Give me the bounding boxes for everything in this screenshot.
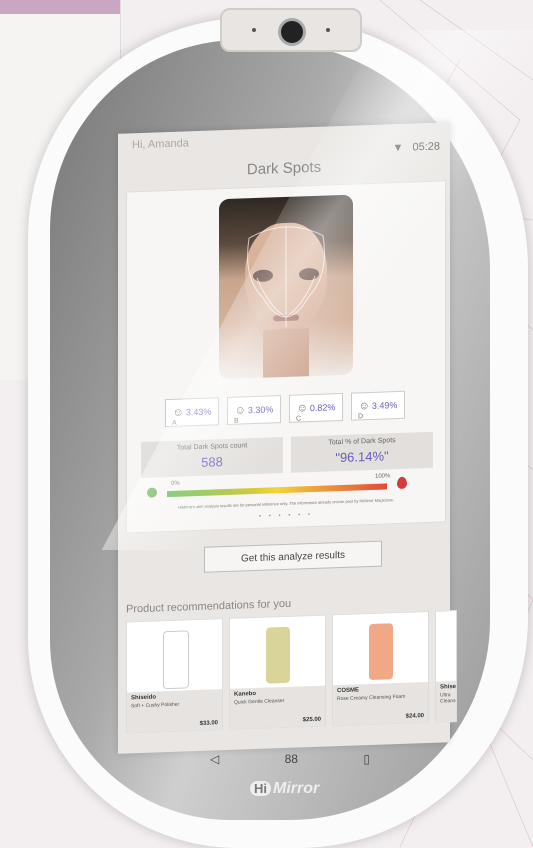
product-card[interactable]: Shise Ultra Cleans (435, 609, 457, 723)
system-nav-bar: ◁ 88 ▯ (210, 752, 370, 766)
severity-drop-icon (397, 476, 407, 490)
healthy-apple-icon (147, 487, 157, 498)
zone-letter: C (296, 415, 302, 423)
zone-value: 3.43% (185, 406, 212, 418)
analysis-panel: ☺ 3.43% A ☺ 3.30% B ☺ 0.82% C ☺ 3.49% D (126, 180, 446, 534)
product-price: $24.00 (405, 713, 424, 720)
product-tube-image (163, 630, 189, 690)
scale-min-label: 0% (171, 480, 180, 487)
product-name: Quick Gentle Cleanser (234, 697, 285, 706)
face-scan-image (219, 194, 353, 380)
product-price: $33.00 (199, 720, 218, 727)
zone-chip-b[interactable]: ☺ 3.30% B (227, 395, 281, 425)
face-zone-icon: ☺ (172, 406, 184, 419)
camera-lens-icon (278, 18, 306, 46)
user-greeting: Hi, Amanda (132, 137, 189, 152)
status-bar: ▼ 05:28 (393, 141, 440, 155)
background-card-header (0, 0, 120, 14)
product-card[interactable]: Kanebo Quick Gentle Cleanser $25.00 (229, 614, 326, 730)
zone-letter: D (358, 413, 364, 421)
zone-chip-a[interactable]: ☺ 3.43% A (165, 397, 219, 428)
stat-value: 588 (201, 454, 223, 470)
face-zone-overlay (247, 226, 325, 327)
zone-letter: A (172, 419, 177, 427)
face-zone-icon: ☺ (358, 400, 370, 413)
back-icon[interactable]: ◁ (210, 752, 219, 766)
camera-module (220, 8, 362, 52)
product-price: $25.00 (302, 716, 321, 724)
zone-chip-d[interactable]: ☺ 3.49% D (351, 390, 405, 421)
severity-scale-bar (167, 483, 387, 498)
zone-chip-c[interactable]: ☺ 0.82% C (289, 392, 343, 423)
camera-sensor-dot (252, 28, 256, 32)
product-card[interactable]: COSME Rose Creamy Cleansing Foam $24.00 (332, 610, 429, 727)
product-info: Shise Ultra Cleans (436, 680, 457, 722)
face-zone-icon: ☺ (296, 402, 308, 415)
logo-badge: Hi (250, 781, 271, 796)
zone-letter: B (234, 417, 239, 425)
zone-value: 3.49% (371, 400, 398, 411)
scale-max-label: 100% (375, 473, 391, 480)
dark-spots-count-card: Total Dark Spots count 588 (141, 437, 283, 478)
summary-stats: Total Dark Spots count 588 Total % of Da… (141, 431, 433, 478)
product-name: Rose Creamy Cleansing Foam (337, 693, 406, 703)
clock-time: 05:28 (412, 140, 440, 154)
mirror-screen: Hi, Amanda ▼ 05:28 Dark Spots ☺ 3.43% A (118, 122, 457, 754)
get-analyze-results-button[interactable]: Get this analyze results (204, 540, 382, 573)
product-info: COSME Rose Creamy Cleansing Foam $24.00 (333, 681, 428, 726)
recommendations-title: Product recommendations for you (126, 597, 292, 616)
logo-text: Mirror (273, 780, 320, 797)
product-info: Shiseido Soft + Cushy Polisher $33.00 (127, 689, 222, 733)
dark-spots-percent-card: Total % of Dark Spots "96.14%" (291, 431, 433, 473)
wifi-icon: ▼ (392, 141, 404, 155)
zone-value: 0.82% (309, 402, 336, 414)
product-card[interactable]: Shiseido Soft + Cushy Polisher $33.00 (126, 618, 223, 734)
product-info: Kanebo Quick Gentle Cleanser $25.00 (230, 685, 325, 729)
himirror-logo: Hi Mirror (250, 780, 319, 798)
page-title: Dark Spots (246, 158, 322, 179)
product-name: Ultra Cleans (440, 692, 456, 705)
camera-sensor-dot (326, 28, 330, 32)
stat-label: Total Dark Spots count (176, 442, 248, 452)
product-tube-image (266, 626, 290, 684)
zone-results: ☺ 3.43% A ☺ 3.30% B ☺ 0.82% C ☺ 3.49% D (165, 390, 405, 428)
product-brand: Shise (440, 683, 457, 691)
stat-label: Total % of Dark Spots (328, 437, 396, 447)
stat-value: "96.14%" (335, 448, 389, 466)
product-name: Soft + Cushy Polisher (131, 701, 180, 710)
home-icon[interactable]: 88 (285, 752, 298, 766)
face-zone-icon: ☺ (234, 404, 246, 417)
zone-value: 3.30% (247, 404, 274, 416)
product-carousel[interactable]: Shiseido Soft + Cushy Polisher $33.00 Ka… (126, 609, 457, 734)
product-bottle-image (369, 623, 393, 681)
recent-apps-icon[interactable]: ▯ (363, 752, 370, 766)
page-indicator[interactable]: • • • • • • (127, 507, 445, 524)
